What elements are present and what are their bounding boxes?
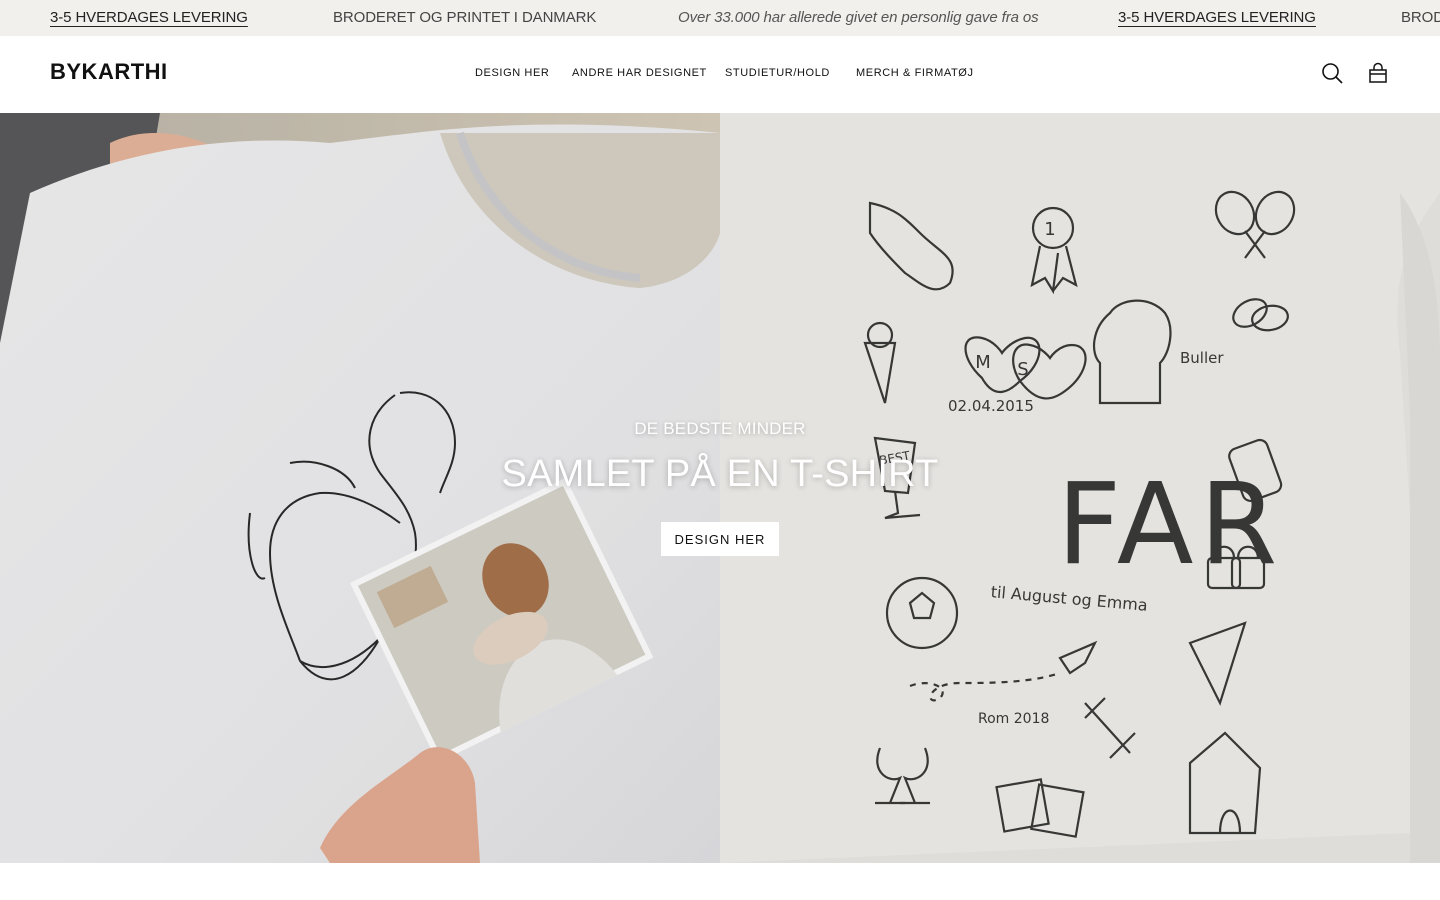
announcement-text: BROD [1401,9,1440,26]
hero-banner: 1 M S 02.04.2015 Buller BEST FAR til Aug… [0,113,1440,863]
main-nav: DESIGN HER ANDRE HAR DESIGNET STUDIETUR/… [0,36,1440,113]
site-header: BYKARTHI DESIGN HER ANDRE HAR DESIGNET S… [0,36,1440,113]
announcement-link[interactable]: 3-5 HVERDAGES LEVERING [50,9,248,27]
print-date: 02.04.2015 [948,397,1034,415]
nav-studietur-hold[interactable]: STUDIETUR/HOLD [725,66,830,80]
search-icon[interactable] [1318,59,1346,87]
hero-design-button[interactable]: DESIGN HER [661,522,779,556]
announcement-link[interactable]: 3-5 HVERDAGES LEVERING [1118,9,1316,27]
hero-title: SAMLET PÅ EN T-SHIRT [501,453,939,495]
print-medal-number: 1 [1044,219,1055,240]
announcement-text: BRODERET OG PRINTET I DANMARK [333,9,597,26]
announcement-text: Over 33.000 har allerede givet en person… [678,9,1039,26]
hero-eyebrow: DE BEDSTE MINDER [634,419,806,438]
print-dog-name: Buller [1180,349,1224,367]
nav-design-her[interactable]: DESIGN HER [475,66,549,80]
print-heart-right: S [1017,359,1028,380]
print-trip: Rom 2018 [978,711,1049,727]
nav-andre-har-designet[interactable]: ANDRE HAR DESIGNET [572,66,707,80]
cart-icon[interactable] [1364,59,1392,87]
announcement-bar: 3-5 HVERDAGES LEVERING BRODERET OG PRINT… [0,0,1440,36]
print-heart-left: M [975,352,991,373]
nav-merch-firmatoj[interactable]: MERCH & FIRMATØJ [856,66,974,80]
